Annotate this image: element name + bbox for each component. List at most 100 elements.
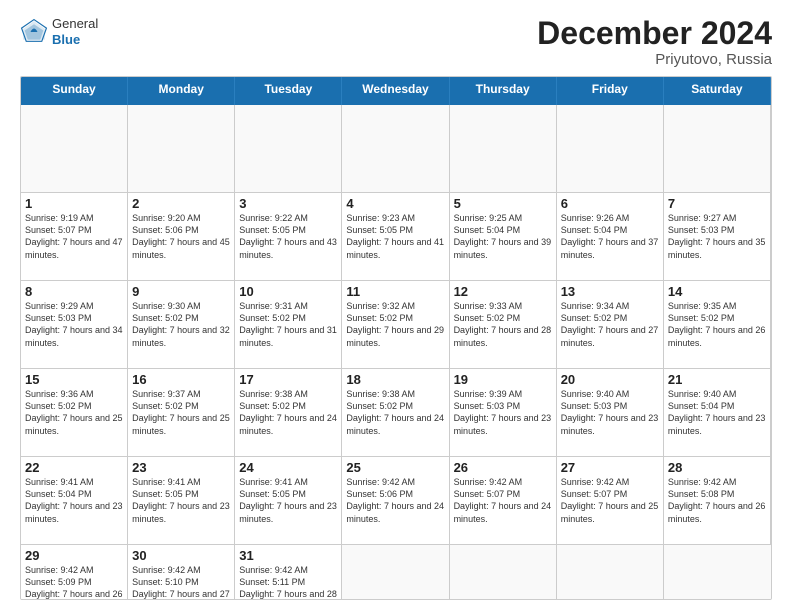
logo-blue: Blue bbox=[52, 32, 98, 48]
calendar-cell-27: 27Sunrise: 9:42 AM Sunset: 5:07 PM Dayli… bbox=[557, 457, 664, 545]
cell-info: Sunrise: 9:42 AM Sunset: 5:07 PM Dayligh… bbox=[561, 476, 659, 525]
cell-date-number: 23 bbox=[132, 460, 230, 475]
cell-date-number: 28 bbox=[668, 460, 766, 475]
calendar-cell-23: 23Sunrise: 9:41 AM Sunset: 5:05 PM Dayli… bbox=[128, 457, 235, 545]
calendar-cell-13: 13Sunrise: 9:34 AM Sunset: 5:02 PM Dayli… bbox=[557, 281, 664, 369]
calendar-cell-8: 8Sunrise: 9:29 AM Sunset: 5:03 PM Daylig… bbox=[21, 281, 128, 369]
cell-date-number: 25 bbox=[346, 460, 444, 475]
cell-date-number: 19 bbox=[454, 372, 552, 387]
empty-cell bbox=[450, 105, 557, 193]
cell-info: Sunrise: 9:41 AM Sunset: 5:05 PM Dayligh… bbox=[239, 476, 337, 525]
cell-date-number: 13 bbox=[561, 284, 659, 299]
logo-icon bbox=[20, 18, 48, 46]
cell-date-number: 27 bbox=[561, 460, 659, 475]
calendar-cell-25: 25Sunrise: 9:42 AM Sunset: 5:06 PM Dayli… bbox=[342, 457, 449, 545]
cell-date-number: 30 bbox=[132, 548, 230, 563]
cell-info: Sunrise: 9:42 AM Sunset: 5:11 PM Dayligh… bbox=[239, 564, 337, 600]
calendar-cell-14: 14Sunrise: 9:35 AM Sunset: 5:02 PM Dayli… bbox=[664, 281, 771, 369]
cell-date-number: 11 bbox=[346, 284, 444, 299]
cell-info: Sunrise: 9:42 AM Sunset: 5:06 PM Dayligh… bbox=[346, 476, 444, 525]
cell-info: Sunrise: 9:42 AM Sunset: 5:10 PM Dayligh… bbox=[132, 564, 230, 600]
calendar-cell-2: 2Sunrise: 9:20 AM Sunset: 5:06 PM Daylig… bbox=[128, 193, 235, 281]
calendar-subtitle: Priyutovo, Russia bbox=[537, 51, 772, 68]
calendar-cell-6: 6Sunrise: 9:26 AM Sunset: 5:04 PM Daylig… bbox=[557, 193, 664, 281]
calendar-cell-20: 20Sunrise: 9:40 AM Sunset: 5:03 PM Dayli… bbox=[557, 369, 664, 457]
cell-date-number: 8 bbox=[25, 284, 123, 299]
calendar: SundayMondayTuesdayWednesdayThursdayFrid… bbox=[20, 76, 772, 600]
cell-info: Sunrise: 9:30 AM Sunset: 5:02 PM Dayligh… bbox=[132, 300, 230, 349]
cell-date-number: 5 bbox=[454, 196, 552, 211]
calendar-cell-10: 10Sunrise: 9:31 AM Sunset: 5:02 PM Dayli… bbox=[235, 281, 342, 369]
cell-date-number: 12 bbox=[454, 284, 552, 299]
cell-date-number: 21 bbox=[668, 372, 766, 387]
calendar-grid: SundayMondayTuesdayWednesdayThursdayFrid… bbox=[21, 77, 771, 599]
cell-date-number: 6 bbox=[561, 196, 659, 211]
cell-date-number: 1 bbox=[25, 196, 123, 211]
calendar-cell-12: 12Sunrise: 9:33 AM Sunset: 5:02 PM Dayli… bbox=[450, 281, 557, 369]
calendar-cell-19: 19Sunrise: 9:39 AM Sunset: 5:03 PM Dayli… bbox=[450, 369, 557, 457]
cell-date-number: 7 bbox=[668, 196, 766, 211]
cell-info: Sunrise: 9:40 AM Sunset: 5:03 PM Dayligh… bbox=[561, 388, 659, 437]
logo: General Blue bbox=[20, 16, 98, 47]
calendar-cell-1: 1Sunrise: 9:19 AM Sunset: 5:07 PM Daylig… bbox=[21, 193, 128, 281]
calendar-cell-28: 28Sunrise: 9:42 AM Sunset: 5:08 PM Dayli… bbox=[664, 457, 771, 545]
cell-info: Sunrise: 9:35 AM Sunset: 5:02 PM Dayligh… bbox=[668, 300, 766, 349]
cell-date-number: 31 bbox=[239, 548, 337, 563]
calendar-cell-9: 9Sunrise: 9:30 AM Sunset: 5:02 PM Daylig… bbox=[128, 281, 235, 369]
cell-info: Sunrise: 9:32 AM Sunset: 5:02 PM Dayligh… bbox=[346, 300, 444, 349]
cell-date-number: 15 bbox=[25, 372, 123, 387]
cell-info: Sunrise: 9:40 AM Sunset: 5:04 PM Dayligh… bbox=[668, 388, 766, 437]
empty-cell bbox=[664, 105, 771, 193]
cell-date-number: 9 bbox=[132, 284, 230, 299]
empty-cell bbox=[235, 105, 342, 193]
cell-info: Sunrise: 9:33 AM Sunset: 5:02 PM Dayligh… bbox=[454, 300, 552, 349]
logo-text: General Blue bbox=[52, 16, 98, 47]
cell-info: Sunrise: 9:42 AM Sunset: 5:08 PM Dayligh… bbox=[668, 476, 766, 525]
title-block: December 2024 Priyutovo, Russia bbox=[537, 16, 772, 68]
cell-date-number: 24 bbox=[239, 460, 337, 475]
calendar-cell-22: 22Sunrise: 9:41 AM Sunset: 5:04 PM Dayli… bbox=[21, 457, 128, 545]
page: General Blue December 2024 Priyutovo, Ru… bbox=[0, 0, 792, 612]
day-header-wednesday: Wednesday bbox=[342, 77, 449, 105]
logo-general: General bbox=[52, 16, 98, 32]
empty-cell bbox=[557, 545, 664, 600]
day-header-friday: Friday bbox=[557, 77, 664, 105]
cell-date-number: 22 bbox=[25, 460, 123, 475]
calendar-cell-31: 31Sunrise: 9:42 AM Sunset: 5:11 PM Dayli… bbox=[235, 545, 342, 600]
calendar-cell-15: 15Sunrise: 9:36 AM Sunset: 5:02 PM Dayli… bbox=[21, 369, 128, 457]
cell-info: Sunrise: 9:23 AM Sunset: 5:05 PM Dayligh… bbox=[346, 212, 444, 261]
calendar-cell-21: 21Sunrise: 9:40 AM Sunset: 5:04 PM Dayli… bbox=[664, 369, 771, 457]
cell-info: Sunrise: 9:31 AM Sunset: 5:02 PM Dayligh… bbox=[239, 300, 337, 349]
calendar-cell-17: 17Sunrise: 9:38 AM Sunset: 5:02 PM Dayli… bbox=[235, 369, 342, 457]
calendar-cell-30: 30Sunrise: 9:42 AM Sunset: 5:10 PM Dayli… bbox=[128, 545, 235, 600]
cell-info: Sunrise: 9:34 AM Sunset: 5:02 PM Dayligh… bbox=[561, 300, 659, 349]
cell-date-number: 14 bbox=[668, 284, 766, 299]
calendar-cell-5: 5Sunrise: 9:25 AM Sunset: 5:04 PM Daylig… bbox=[450, 193, 557, 281]
cell-date-number: 26 bbox=[454, 460, 552, 475]
cell-info: Sunrise: 9:42 AM Sunset: 5:09 PM Dayligh… bbox=[25, 564, 123, 600]
day-header-saturday: Saturday bbox=[664, 77, 771, 105]
cell-info: Sunrise: 9:38 AM Sunset: 5:02 PM Dayligh… bbox=[239, 388, 337, 437]
cell-info: Sunrise: 9:22 AM Sunset: 5:05 PM Dayligh… bbox=[239, 212, 337, 261]
cell-info: Sunrise: 9:25 AM Sunset: 5:04 PM Dayligh… bbox=[454, 212, 552, 261]
calendar-cell-16: 16Sunrise: 9:37 AM Sunset: 5:02 PM Dayli… bbox=[128, 369, 235, 457]
day-header-tuesday: Tuesday bbox=[235, 77, 342, 105]
cell-info: Sunrise: 9:37 AM Sunset: 5:02 PM Dayligh… bbox=[132, 388, 230, 437]
calendar-cell-18: 18Sunrise: 9:38 AM Sunset: 5:02 PM Dayli… bbox=[342, 369, 449, 457]
empty-cell bbox=[128, 105, 235, 193]
cell-date-number: 3 bbox=[239, 196, 337, 211]
calendar-cell-11: 11Sunrise: 9:32 AM Sunset: 5:02 PM Dayli… bbox=[342, 281, 449, 369]
cell-info: Sunrise: 9:20 AM Sunset: 5:06 PM Dayligh… bbox=[132, 212, 230, 261]
calendar-cell-29: 29Sunrise: 9:42 AM Sunset: 5:09 PM Dayli… bbox=[21, 545, 128, 600]
cell-info: Sunrise: 9:41 AM Sunset: 5:04 PM Dayligh… bbox=[25, 476, 123, 525]
cell-date-number: 17 bbox=[239, 372, 337, 387]
day-header-monday: Monday bbox=[128, 77, 235, 105]
cell-date-number: 4 bbox=[346, 196, 444, 211]
cell-info: Sunrise: 9:42 AM Sunset: 5:07 PM Dayligh… bbox=[454, 476, 552, 525]
cell-date-number: 2 bbox=[132, 196, 230, 211]
empty-cell bbox=[342, 545, 449, 600]
empty-cell bbox=[664, 545, 771, 600]
cell-info: Sunrise: 9:41 AM Sunset: 5:05 PM Dayligh… bbox=[132, 476, 230, 525]
cell-date-number: 10 bbox=[239, 284, 337, 299]
empty-cell bbox=[450, 545, 557, 600]
